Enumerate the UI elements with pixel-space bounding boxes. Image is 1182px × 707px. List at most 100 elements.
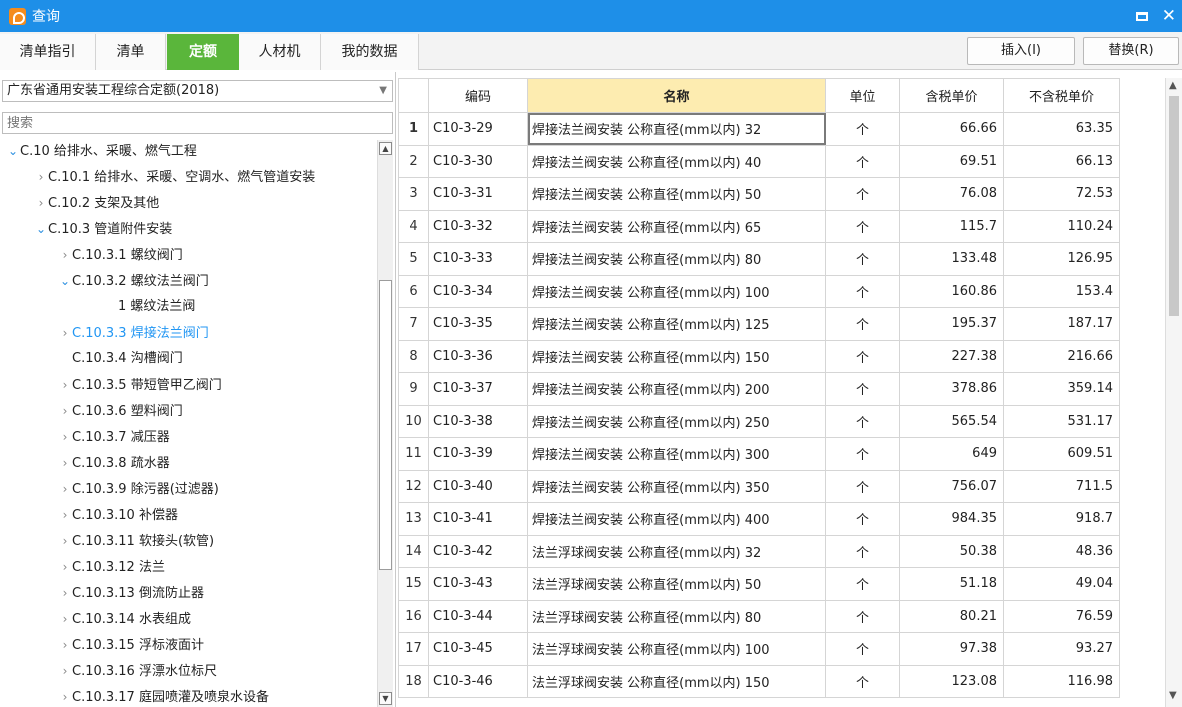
unit-cell[interactable]: 个 bbox=[825, 177, 900, 211]
tax-price-cell[interactable]: 76.08 bbox=[899, 177, 1004, 211]
row-index[interactable]: 14 bbox=[398, 534, 429, 568]
table-row[interactable]: 14 C10-3-42 法兰浮球阀安装 公称直径(mm以内) 32 个 50.38 48.… bbox=[398, 534, 1120, 568]
tree-node[interactable]: › C.10.3.15 浮标液面计 bbox=[58, 632, 204, 658]
chevron-down-icon[interactable]: ⌄ bbox=[6, 140, 20, 164]
scroll-down-icon[interactable]: ▼ bbox=[1169, 690, 1177, 701]
tree-node[interactable]: › C.10.3.13 倒流防止器 bbox=[58, 580, 204, 606]
unit-cell[interactable]: 个 bbox=[825, 404, 900, 438]
code-cell[interactable]: C10-3-46 bbox=[428, 664, 528, 698]
name-cell[interactable]: 焊接法兰阀安装 公称直径(mm以内) 32 bbox=[527, 112, 826, 146]
no-tax-price-cell[interactable]: 63.35 bbox=[1003, 112, 1120, 146]
tree-node[interactable]: ⌄ C.10.3 管道附件安装 bbox=[34, 216, 172, 242]
no-tax-price-cell[interactable]: 711.5 bbox=[1003, 469, 1120, 503]
tax-price-cell[interactable]: 227.38 bbox=[899, 339, 1004, 373]
tree-node[interactable]: ⌄ C.10 给排水、采暖、燃气工程 bbox=[6, 140, 197, 164]
table-row[interactable]: 1 C10-3-29 焊接法兰阀安装 公称直径(mm以内) 32 个 66.66 63.3… bbox=[398, 112, 1120, 146]
name-cell[interactable]: 焊接法兰阀安装 公称直径(mm以内) 250 bbox=[527, 404, 826, 438]
tree-node[interactable]: › C.10.3.1 螺纹阀门 bbox=[58, 242, 183, 268]
row-index[interactable]: 18 bbox=[398, 664, 429, 698]
table-row[interactable]: 5 C10-3-33 焊接法兰阀安装 公称直径(mm以内) 80 个 133.48 126… bbox=[398, 242, 1120, 276]
table-scrollbar[interactable]: ▲ ▼ bbox=[1165, 78, 1182, 707]
tab-quota[interactable]: 定额 bbox=[167, 34, 239, 70]
tree-node[interactable]: › C.10.2 支架及其他 bbox=[34, 190, 160, 216]
code-cell[interactable]: C10-3-43 bbox=[428, 567, 528, 601]
table-row[interactable]: 16 C10-3-44 法兰浮球阀安装 公称直径(mm以内) 80 个 80.21 76.… bbox=[398, 599, 1120, 633]
tree-scrollbar[interactable]: ▲ ▼ bbox=[377, 140, 393, 707]
table-row[interactable]: 15 C10-3-43 法兰浮球阀安装 公称直径(mm以内) 50 个 51.18 49.… bbox=[398, 567, 1120, 601]
unit-cell[interactable]: 个 bbox=[825, 567, 900, 601]
unit-cell[interactable]: 个 bbox=[825, 307, 900, 341]
chevron-right-icon[interactable]: › bbox=[58, 450, 72, 476]
code-cell[interactable]: C10-3-40 bbox=[428, 469, 528, 503]
code-cell[interactable]: C10-3-37 bbox=[428, 372, 528, 406]
scroll-thumb[interactable] bbox=[379, 280, 392, 570]
table-row[interactable]: 10 C10-3-38 焊接法兰阀安装 公称直径(mm以内) 250 个 565.54 5… bbox=[398, 404, 1120, 438]
unit-cell[interactable]: 个 bbox=[825, 534, 900, 568]
tree-node[interactable]: › C.10.3.10 补偿器 bbox=[58, 502, 178, 528]
name-header[interactable]: 名称 bbox=[527, 78, 826, 113]
no-tax-price-cell[interactable]: 49.04 bbox=[1003, 567, 1120, 601]
no-tax-price-cell[interactable]: 126.95 bbox=[1003, 242, 1120, 276]
code-cell[interactable]: C10-3-38 bbox=[428, 404, 528, 438]
tree-node[interactable]: › C.10.3.9 除污器(过滤器) bbox=[58, 476, 219, 502]
search-input[interactable] bbox=[2, 112, 393, 134]
unit-cell[interactable]: 个 bbox=[825, 372, 900, 406]
tax-price-cell[interactable]: 66.66 bbox=[899, 112, 1004, 146]
row-index[interactable]: 9 bbox=[398, 372, 429, 406]
chevron-right-icon[interactable]: › bbox=[58, 606, 72, 632]
tree-node[interactable]: › C.10.1 给排水、采暖、空调水、燃气管道安装 bbox=[34, 164, 316, 190]
no-tax-price-cell[interactable]: 66.13 bbox=[1003, 144, 1120, 178]
tax-price-cell[interactable]: 649 bbox=[899, 437, 1004, 471]
unit-cell[interactable]: 个 bbox=[825, 437, 900, 471]
tax-price-cell[interactable]: 80.21 bbox=[899, 599, 1004, 633]
unit-cell[interactable]: 个 bbox=[825, 632, 900, 666]
code-cell[interactable]: C10-3-35 bbox=[428, 307, 528, 341]
row-index[interactable]: 8 bbox=[398, 339, 429, 373]
tree-node[interactable]: › C.10.3.8 疏水器 bbox=[58, 450, 170, 476]
row-index[interactable]: 13 bbox=[398, 502, 429, 536]
tax-price-cell[interactable]: 123.08 bbox=[899, 664, 1004, 698]
scroll-down-icon[interactable]: ▼ bbox=[379, 692, 392, 705]
unit-cell[interactable]: 个 bbox=[825, 112, 900, 146]
tax-price-cell[interactable]: 97.38 bbox=[899, 632, 1004, 666]
tax-price-cell[interactable]: 115.7 bbox=[899, 209, 1004, 243]
chevron-right-icon[interactable]: › bbox=[58, 372, 72, 398]
name-cell[interactable]: 焊接法兰阀安装 公称直径(mm以内) 40 bbox=[527, 144, 826, 178]
row-index[interactable]: 17 bbox=[398, 632, 429, 666]
scroll-thumb[interactable] bbox=[1169, 96, 1179, 316]
table-row[interactable]: 18 C10-3-46 法兰浮球阀安装 公称直径(mm以内) 150 个 123.08 1… bbox=[398, 664, 1120, 698]
no-tax-price-cell[interactable]: 48.36 bbox=[1003, 534, 1120, 568]
tree-node[interactable]: › C.10.3.6 塑料阀门 bbox=[58, 398, 183, 424]
code-cell[interactable]: C10-3-39 bbox=[428, 437, 528, 471]
no-tax-price-cell[interactable]: 531.17 bbox=[1003, 404, 1120, 438]
chevron-right-icon[interactable]: › bbox=[58, 320, 72, 346]
unit-cell[interactable]: 个 bbox=[825, 144, 900, 178]
table-row[interactable]: 8 C10-3-36 焊接法兰阀安装 公称直径(mm以内) 150 个 227.38 21… bbox=[398, 339, 1120, 373]
no-tax-price-cell[interactable]: 76.59 bbox=[1003, 599, 1120, 633]
name-cell[interactable]: 焊接法兰阀安装 公称直径(mm以内) 80 bbox=[527, 242, 826, 276]
scroll-up-icon[interactable]: ▲ bbox=[1169, 80, 1177, 91]
table-row[interactable]: 2 C10-3-30 焊接法兰阀安装 公称直径(mm以内) 40 个 69.51 66.1… bbox=[398, 144, 1120, 178]
tax-price-cell[interactable]: 565.54 bbox=[899, 404, 1004, 438]
row-index[interactable]: 1 bbox=[398, 112, 429, 146]
row-index[interactable]: 3 bbox=[398, 177, 429, 211]
name-cell[interactable]: 焊接法兰阀安装 公称直径(mm以内) 400 bbox=[527, 502, 826, 536]
name-cell[interactable]: 法兰浮球阀安装 公称直径(mm以内) 150 bbox=[527, 664, 826, 698]
code-cell[interactable]: C10-3-34 bbox=[428, 274, 528, 308]
chevron-right-icon[interactable]: › bbox=[58, 476, 72, 502]
code-cell[interactable]: C10-3-32 bbox=[428, 209, 528, 243]
no-tax-price-cell[interactable]: 116.98 bbox=[1003, 664, 1120, 698]
chevron-right-icon[interactable]: › bbox=[34, 190, 48, 216]
row-index[interactable]: 6 bbox=[398, 274, 429, 308]
tax-price-cell[interactable]: 50.38 bbox=[899, 534, 1004, 568]
replace-button[interactable]: 替换(R) bbox=[1083, 37, 1179, 65]
name-cell[interactable]: 焊接法兰阀安装 公称直径(mm以内) 50 bbox=[527, 177, 826, 211]
unit-cell[interactable]: 个 bbox=[825, 274, 900, 308]
name-cell[interactable]: 法兰浮球阀安装 公称直径(mm以内) 32 bbox=[527, 534, 826, 568]
row-index[interactable]: 10 bbox=[398, 404, 429, 438]
insert-button[interactable]: 插入(I) bbox=[967, 37, 1075, 65]
row-index[interactable]: 15 bbox=[398, 567, 429, 601]
code-header[interactable]: 编码 bbox=[428, 78, 528, 113]
table-row[interactable]: 7 C10-3-35 焊接法兰阀安装 公称直径(mm以内) 125 个 195.37 18… bbox=[398, 307, 1120, 341]
chevron-right-icon[interactable]: › bbox=[58, 580, 72, 606]
